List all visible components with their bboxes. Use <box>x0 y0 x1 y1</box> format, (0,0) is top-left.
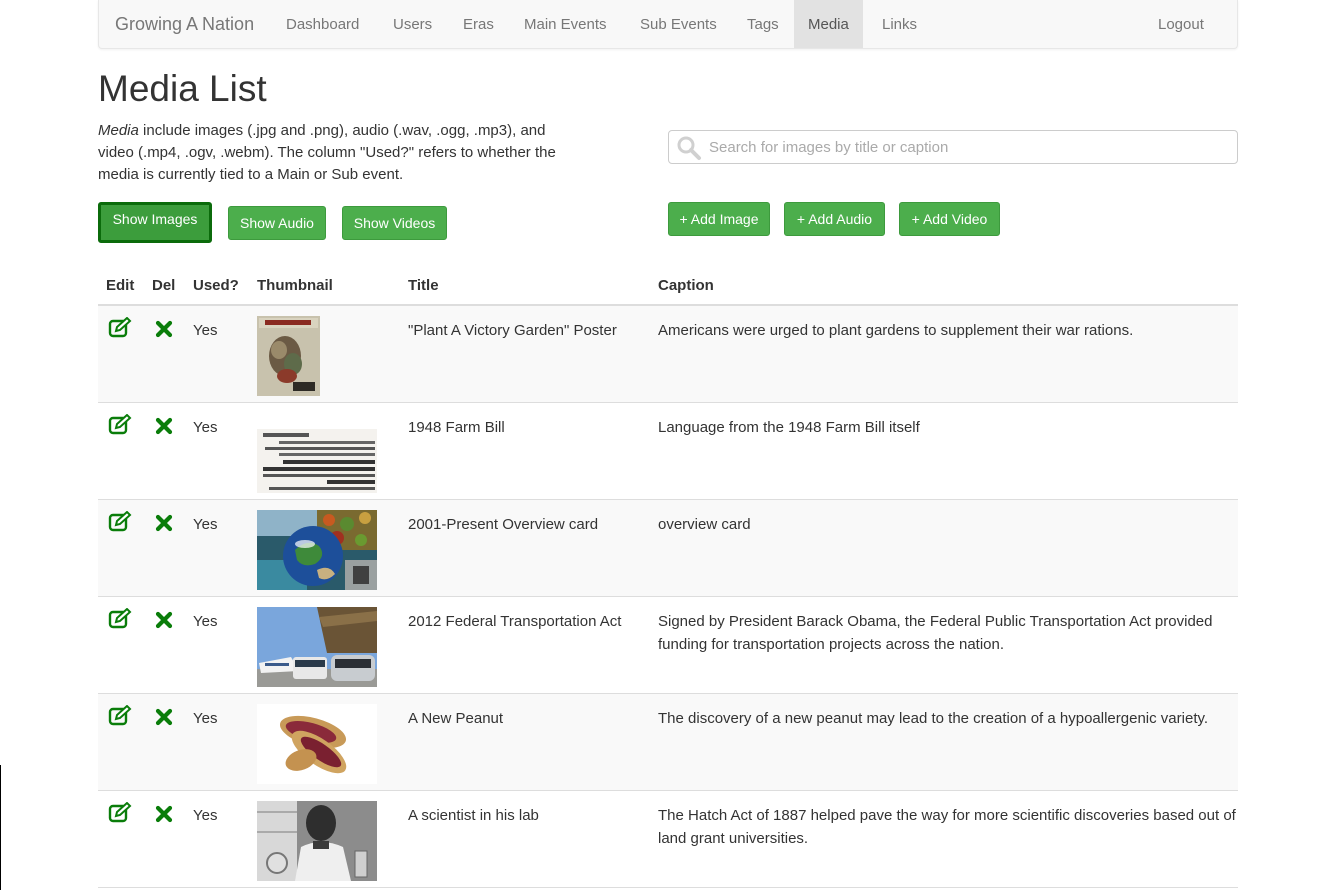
edit-icon[interactable] <box>108 511 132 533</box>
peanut-photo-image <box>257 704 377 784</box>
table-row: Yes 1948 Farm Bill Language from the 194… <box>98 403 1238 500</box>
overview-collage-image <box>257 510 377 590</box>
media-intro-text: Media include images (.jpg and .png), au… <box>98 120 558 186</box>
left-edge-rule <box>0 765 1 890</box>
nav-item-main-events[interactable]: Main Events <box>524 0 607 48</box>
header-thumbnail: Thumbnail <box>257 277 333 294</box>
nav-item-links[interactable]: Links <box>882 0 917 48</box>
media-thumbnail[interactable] <box>257 607 377 687</box>
media-caption: overview card <box>658 516 751 533</box>
page-title: Media List <box>98 68 267 109</box>
media-thumbnail[interactable] <box>257 510 377 590</box>
delete-x-icon[interactable] <box>155 320 173 338</box>
media-title: 1948 Farm Bill <box>408 419 505 436</box>
victory-garden-poster-image <box>257 316 320 396</box>
nav-item-eras[interactable]: Eras <box>463 0 494 48</box>
media-caption: Language from the 1948 Farm Bill itself <box>658 419 920 436</box>
edit-icon[interactable] <box>108 705 132 727</box>
media-title: A scientist in his lab <box>408 807 539 824</box>
table-row: Yes 2001-Present Overview card overview … <box>98 500 1238 597</box>
used-value: Yes <box>193 516 218 533</box>
used-value: Yes <box>193 807 218 824</box>
media-caption: The discovery of a new peanut may lead t… <box>658 710 1209 727</box>
media-title: A New Peanut <box>408 710 504 727</box>
media-caption: Americans were urged to plant gardens to… <box>658 322 1134 339</box>
navbar-brand[interactable]: Growing A Nation <box>115 14 254 35</box>
delete-x-icon[interactable] <box>155 611 173 629</box>
table-row: Yes A scientist in his lab The Hatch Act… <box>98 791 1238 888</box>
nav-item-media[interactable]: Media <box>794 0 863 48</box>
header-used: Used? <box>193 277 239 294</box>
media-thumbnail[interactable] <box>257 704 377 784</box>
header-edit: Edit <box>106 277 135 294</box>
delete-x-icon[interactable] <box>155 417 173 435</box>
media-thumbnail[interactable] <box>257 316 320 396</box>
nav-item-sub-events[interactable]: Sub Events <box>640 0 717 48</box>
media-caption: Signed by President Barack Obama, the Fe… <box>658 613 1213 653</box>
nav-item-users[interactable]: Users <box>393 0 432 48</box>
edit-icon[interactable] <box>108 608 132 630</box>
used-value: Yes <box>193 710 218 727</box>
used-value: Yes <box>193 613 218 630</box>
media-title: "Plant A Victory Garden" Poster <box>408 322 617 339</box>
edit-icon[interactable] <box>108 414 132 436</box>
show-audio-button[interactable]: Show Audio <box>228 206 326 240</box>
nav-item-tags[interactable]: Tags <box>747 0 779 48</box>
edit-icon[interactable] <box>108 802 132 824</box>
add-image-button[interactable]: + Add Image <box>668 202 770 236</box>
show-videos-button[interactable]: Show Videos <box>342 206 447 240</box>
logout-link[interactable]: Logout <box>1158 0 1204 48</box>
transportation-photo-image <box>257 607 377 687</box>
used-value: Yes <box>193 322 218 339</box>
media-caption: The Hatch Act of 1887 helped pave the wa… <box>658 807 1236 847</box>
media-title: 2001-Present Overview card <box>408 516 599 533</box>
add-audio-button[interactable]: + Add Audio <box>784 202 885 236</box>
intro-emphasis: Media <box>98 122 139 139</box>
add-video-button[interactable]: + Add Video <box>899 202 1000 236</box>
header-del: Del <box>152 277 176 294</box>
used-value: Yes <box>193 419 218 436</box>
nav-item-dashboard[interactable]: Dashboard <box>286 0 359 48</box>
table-row: Yes "Plant A Victory Garden" Poster Amer… <box>98 306 1238 403</box>
media-title: 2012 Federal Transportation Act <box>408 613 622 630</box>
table-row: Yes 2012 Federal Transportation Act Sign… <box>98 597 1238 694</box>
top-navbar: Growing A Nation Dashboard Users Eras Ma… <box>98 0 1238 49</box>
table-header-row: Edit Del Used? Thumbnail Title Caption <box>98 270 1238 306</box>
farm-bill-document-image <box>257 429 377 493</box>
intro-body: include images (.jpg and .png), audio (.… <box>98 122 556 183</box>
delete-x-icon[interactable] <box>155 708 173 726</box>
table-row: Yes A New Peanut The discovery of a new … <box>98 694 1238 791</box>
search-box <box>668 130 1238 164</box>
header-title[interactable]: Title <box>408 277 439 294</box>
edit-icon[interactable] <box>108 317 132 339</box>
scientist-photo-image <box>257 801 377 881</box>
delete-x-icon[interactable] <box>155 805 173 823</box>
media-thumbnail[interactable] <box>257 801 377 881</box>
show-images-button[interactable]: Show Images <box>98 202 212 243</box>
search-icon <box>677 136 701 160</box>
header-caption[interactable]: Caption <box>658 277 714 294</box>
media-table: Edit Del Used? Thumbnail Title Caption Y… <box>98 270 1238 888</box>
media-thumbnail[interactable] <box>257 429 377 493</box>
delete-x-icon[interactable] <box>155 514 173 532</box>
search-input[interactable] <box>707 133 1227 161</box>
